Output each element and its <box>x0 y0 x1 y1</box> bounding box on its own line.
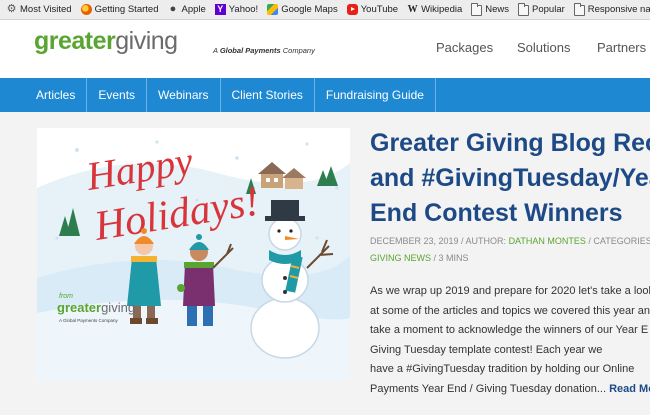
bookmark-getting-started[interactable]: Getting Started <box>80 4 158 15</box>
maps-icon <box>267 4 279 15</box>
happy-holidays-illustration: Happy Holidays! from greatergiving A Glo… <box>37 128 350 381</box>
bookmark-wikipedia[interactable]: W Wikipedia <box>407 4 463 15</box>
subnav-fundraising-guide[interactable]: Fundraising Guide <box>315 78 436 112</box>
logo-tagline: A Global Payments Company <box>213 46 315 55</box>
post-title[interactable]: Greater Giving Blog Reca and #GivingTues… <box>370 126 650 231</box>
post-excerpt: As we wrap up 2019 and prepare for 2020 … <box>370 282 650 399</box>
bookmark-youtube[interactable]: YouTube <box>346 4 398 15</box>
blog-subnav: Articles Events Webinars Client Stories … <box>0 78 650 112</box>
folder-icon <box>573 2 585 16</box>
post-category-link[interactable]: GIVING NEWS <box>370 253 431 263</box>
post-featured-image[interactable]: Happy Holidays! from greatergiving A Glo… <box>37 128 350 381</box>
bookmark-news[interactable]: News <box>471 2 509 16</box>
firefox-icon <box>80 4 92 15</box>
wikipedia-icon: W <box>407 4 418 15</box>
nav-solutions[interactable]: Solutions <box>517 40 570 55</box>
post-meta: DECEMBER 23, 2019 / AUTHOR: DATHAN MONTE… <box>370 236 650 263</box>
hero-brand-logo: greatergiving <box>57 300 135 315</box>
post-date: DECEMBER 23, 2019 <box>370 236 459 246</box>
subnav-client-stories[interactable]: Client Stories <box>221 78 315 112</box>
subnav-webinars[interactable]: Webinars <box>147 78 221 112</box>
nav-partners[interactable]: Partners <box>597 40 646 55</box>
main-content: Happy Holidays! from greatergiving A Glo… <box>0 112 650 415</box>
subnav-articles[interactable]: Articles <box>25 78 88 112</box>
hero-brand-from: from <box>59 293 73 300</box>
youtube-icon <box>346 4 358 15</box>
bookmark-most-visited[interactable]: ⚙ Most Visited <box>6 3 72 16</box>
folder-icon <box>471 2 483 16</box>
read-more-link[interactable]: Read Mo <box>606 383 650 395</box>
apple-icon: ● <box>169 3 177 15</box>
yahoo-icon: Y <box>214 4 226 15</box>
nav-packages[interactable]: Packages <box>436 40 493 55</box>
subnav-events[interactable]: Events <box>87 78 148 112</box>
bookmarks-bar: ⚙ Most Visited Getting Started ● Apple Y Ya… <box>0 0 650 20</box>
post-read-time: / 3 MINS <box>431 253 469 263</box>
gear-icon: ⚙ <box>6 3 17 15</box>
bookmark-google-maps[interactable]: Google Maps <box>267 4 338 15</box>
bookmark-popular[interactable]: Popular <box>518 2 565 16</box>
bookmark-apple[interactable]: ● Apple <box>167 3 206 16</box>
post-author-link[interactable]: DATHAN MONTES <box>509 236 586 246</box>
bookmark-responsive-navigation[interactable]: Responsive navigation <box>573 2 650 16</box>
hero-brand-tagline: A Global Payments Company <box>59 318 119 323</box>
bookmark-yahoo[interactable]: Y Yahoo! <box>214 4 258 15</box>
site-header: greatergiving A Global Payments Company … <box>0 20 650 78</box>
folder-icon <box>518 2 530 16</box>
site-logo[interactable]: greatergiving <box>34 27 178 56</box>
